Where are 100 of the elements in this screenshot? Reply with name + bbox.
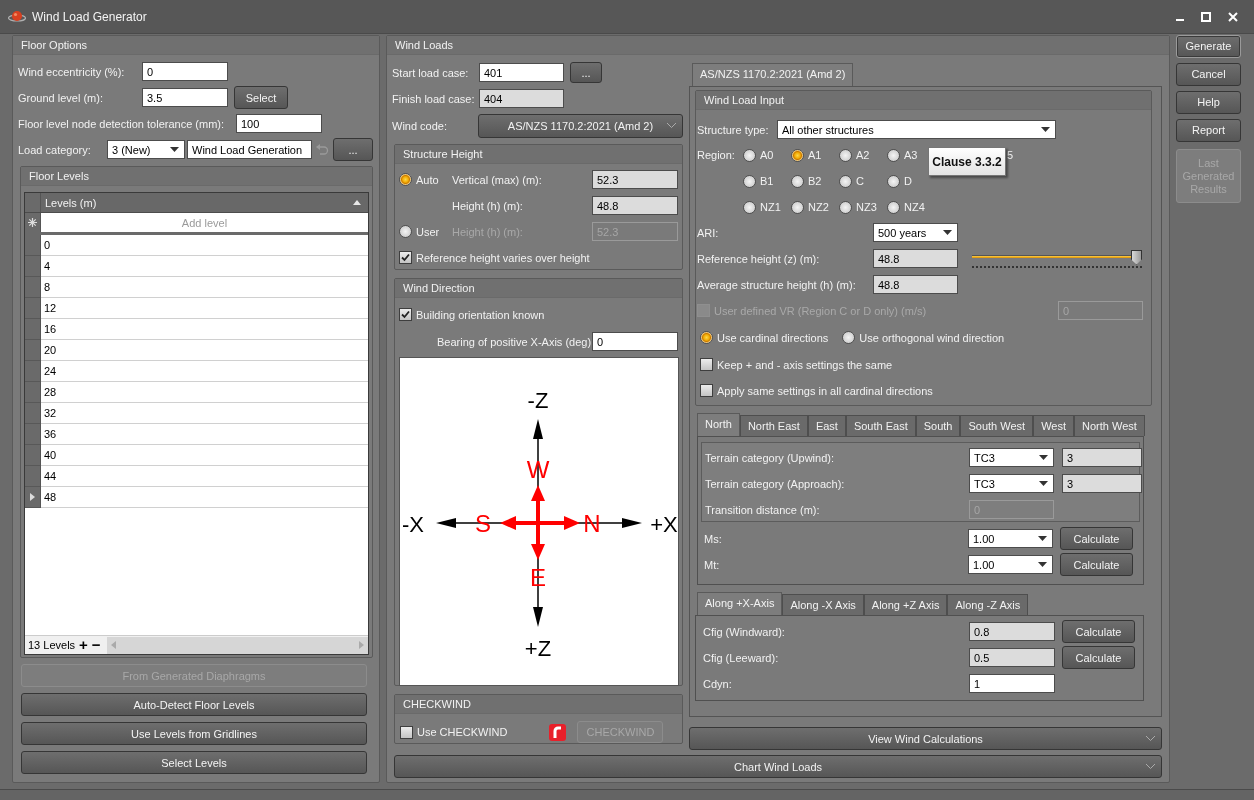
input-field[interactable]: 3.5 xyxy=(142,88,228,107)
tab[interactable]: South xyxy=(915,415,961,436)
input-field[interactable]: 48.8 xyxy=(873,275,958,294)
table-cell[interactable]: 32 xyxy=(41,403,368,424)
more-button[interactable]: ... xyxy=(333,138,373,161)
caret-icon xyxy=(1041,127,1050,132)
checkbox[interactable] xyxy=(399,308,412,321)
radio-button[interactable] xyxy=(743,174,756,188)
table-cell[interactable]: 8 xyxy=(41,277,368,298)
input-field[interactable]: 404 xyxy=(479,89,564,108)
side-button[interactable]: Report xyxy=(1176,119,1241,142)
slider-thumb[interactable] xyxy=(1131,249,1142,265)
add-level-button[interactable]: + xyxy=(79,638,88,652)
table-cell[interactable]: 40 xyxy=(41,445,368,466)
input-field[interactable]: 3 xyxy=(1062,448,1142,467)
radio-button[interactable] xyxy=(791,174,804,188)
ball-icon xyxy=(8,9,26,24)
table-cell[interactable]: 20 xyxy=(41,340,368,361)
table-cell[interactable]: 16 xyxy=(41,319,368,340)
more-button[interactable]: ... xyxy=(570,62,602,83)
radio-button[interactable] xyxy=(887,200,900,214)
close-icon xyxy=(1228,11,1238,22)
radio-button[interactable] xyxy=(791,148,804,162)
radio-button[interactable] xyxy=(700,331,713,344)
radio-button[interactable] xyxy=(887,148,900,162)
radio-button[interactable] xyxy=(399,225,412,238)
input-field[interactable]: Wind Load Generation xyxy=(187,140,312,159)
table-cell[interactable]: 28 xyxy=(41,382,368,403)
calculate-button[interactable]: Calculate xyxy=(1060,527,1133,550)
input-field[interactable]: 100 xyxy=(236,114,322,133)
dropdown[interactable]: 3 (New) xyxy=(107,140,185,159)
dropdown[interactable]: 1.00 xyxy=(968,529,1053,548)
radio-button[interactable] xyxy=(839,148,852,162)
dropdown[interactable]: 1.00 xyxy=(968,555,1053,574)
radio-button[interactable] xyxy=(743,148,756,162)
table-cell[interactable]: 44 xyxy=(41,466,368,487)
tab[interactable]: Along -Z Axis xyxy=(947,594,1029,615)
action-button[interactable]: Use Levels from Gridlines xyxy=(21,722,367,745)
horizontal-scrollbar[interactable] xyxy=(106,636,368,654)
input-field[interactable]: 48.8 xyxy=(873,249,958,268)
side-button[interactable]: Help xyxy=(1176,91,1241,114)
checkbox[interactable] xyxy=(700,384,713,397)
expand-button[interactable]: Chart Wind Loads xyxy=(394,755,1162,778)
field-label: Mt: xyxy=(704,558,721,571)
caret-icon xyxy=(170,147,179,152)
tab[interactable]: North xyxy=(697,413,740,436)
table-cell[interactable]: 24 xyxy=(41,361,368,382)
field-label: Finish load case: xyxy=(392,92,476,105)
tab[interactable]: Along +X-Axis xyxy=(697,592,783,615)
remove-level-button[interactable]: − xyxy=(91,638,101,652)
checkbox[interactable] xyxy=(400,725,413,739)
checkbox[interactable] xyxy=(700,358,713,371)
input-field[interactable]: 0.8 xyxy=(969,622,1055,641)
row-header[interactable] xyxy=(25,487,41,508)
tab[interactable]: North West xyxy=(1074,415,1145,436)
tab[interactable]: AS/NZS 1170.2:2021 (Amd 2) xyxy=(692,63,854,86)
tab[interactable]: South West xyxy=(960,415,1034,436)
table-cell[interactable]: 4 xyxy=(41,256,368,277)
calculate-button[interactable]: Calculate xyxy=(1062,620,1135,643)
radio-button[interactable] xyxy=(791,200,804,214)
dropdown[interactable]: TC3 xyxy=(969,474,1054,493)
dropdown[interactable]: All other structures xyxy=(777,120,1056,139)
tab[interactable]: Along +Z Axis xyxy=(863,594,948,615)
action-button[interactable]: Auto-Detect Floor Levels xyxy=(21,693,367,716)
side-button[interactable]: Generate xyxy=(1176,35,1241,58)
select-button[interactable]: Select xyxy=(234,86,288,109)
row-header[interactable] xyxy=(25,213,41,232)
table-cell[interactable]: 48 xyxy=(41,487,368,508)
tab[interactable]: West xyxy=(1033,415,1074,436)
expand-button[interactable]: View Wind Calculations xyxy=(689,727,1162,750)
tab[interactable]: North East xyxy=(739,415,808,436)
calculate-button[interactable]: Calculate xyxy=(1062,646,1135,669)
input-field[interactable]: 52.3 xyxy=(592,170,678,189)
input-field[interactable]: 48.8 xyxy=(592,196,678,215)
input-field[interactable]: 0.5 xyxy=(969,648,1055,667)
dropdown-button[interactable]: AS/NZS 1170.2:2021 (Amd 2) xyxy=(478,114,683,138)
input-field[interactable]: 0 xyxy=(592,332,678,351)
input-field[interactable]: 1 xyxy=(969,674,1055,693)
slider[interactable] xyxy=(972,249,1142,268)
tab[interactable]: Along -X Axis xyxy=(782,594,864,615)
radio-button[interactable] xyxy=(887,174,900,188)
table-cell[interactable]: 12 xyxy=(41,298,368,319)
dropdown[interactable]: TC3 xyxy=(969,448,1054,467)
radio-button[interactable] xyxy=(839,174,852,188)
table-cell[interactable]: 0 xyxy=(41,235,368,256)
checkbox[interactable] xyxy=(399,251,412,264)
side-button[interactable]: Cancel xyxy=(1176,63,1241,86)
radio-button[interactable] xyxy=(399,173,412,186)
radio-button[interactable] xyxy=(743,200,756,214)
radio-button[interactable] xyxy=(842,331,856,344)
action-button[interactable]: Select Levels xyxy=(21,751,367,774)
input-field[interactable]: 401 xyxy=(479,63,564,82)
input-field[interactable]: 0 xyxy=(142,62,228,81)
radio-button[interactable] xyxy=(839,200,852,214)
table-cell[interactable]: 36 xyxy=(41,424,368,445)
calculate-button[interactable]: Calculate xyxy=(1060,553,1133,576)
input-field[interactable]: 3 xyxy=(1062,474,1142,493)
tab[interactable]: South East xyxy=(845,415,916,436)
tab[interactable]: East xyxy=(807,415,846,436)
dropdown[interactable]: 500 years xyxy=(873,223,958,242)
